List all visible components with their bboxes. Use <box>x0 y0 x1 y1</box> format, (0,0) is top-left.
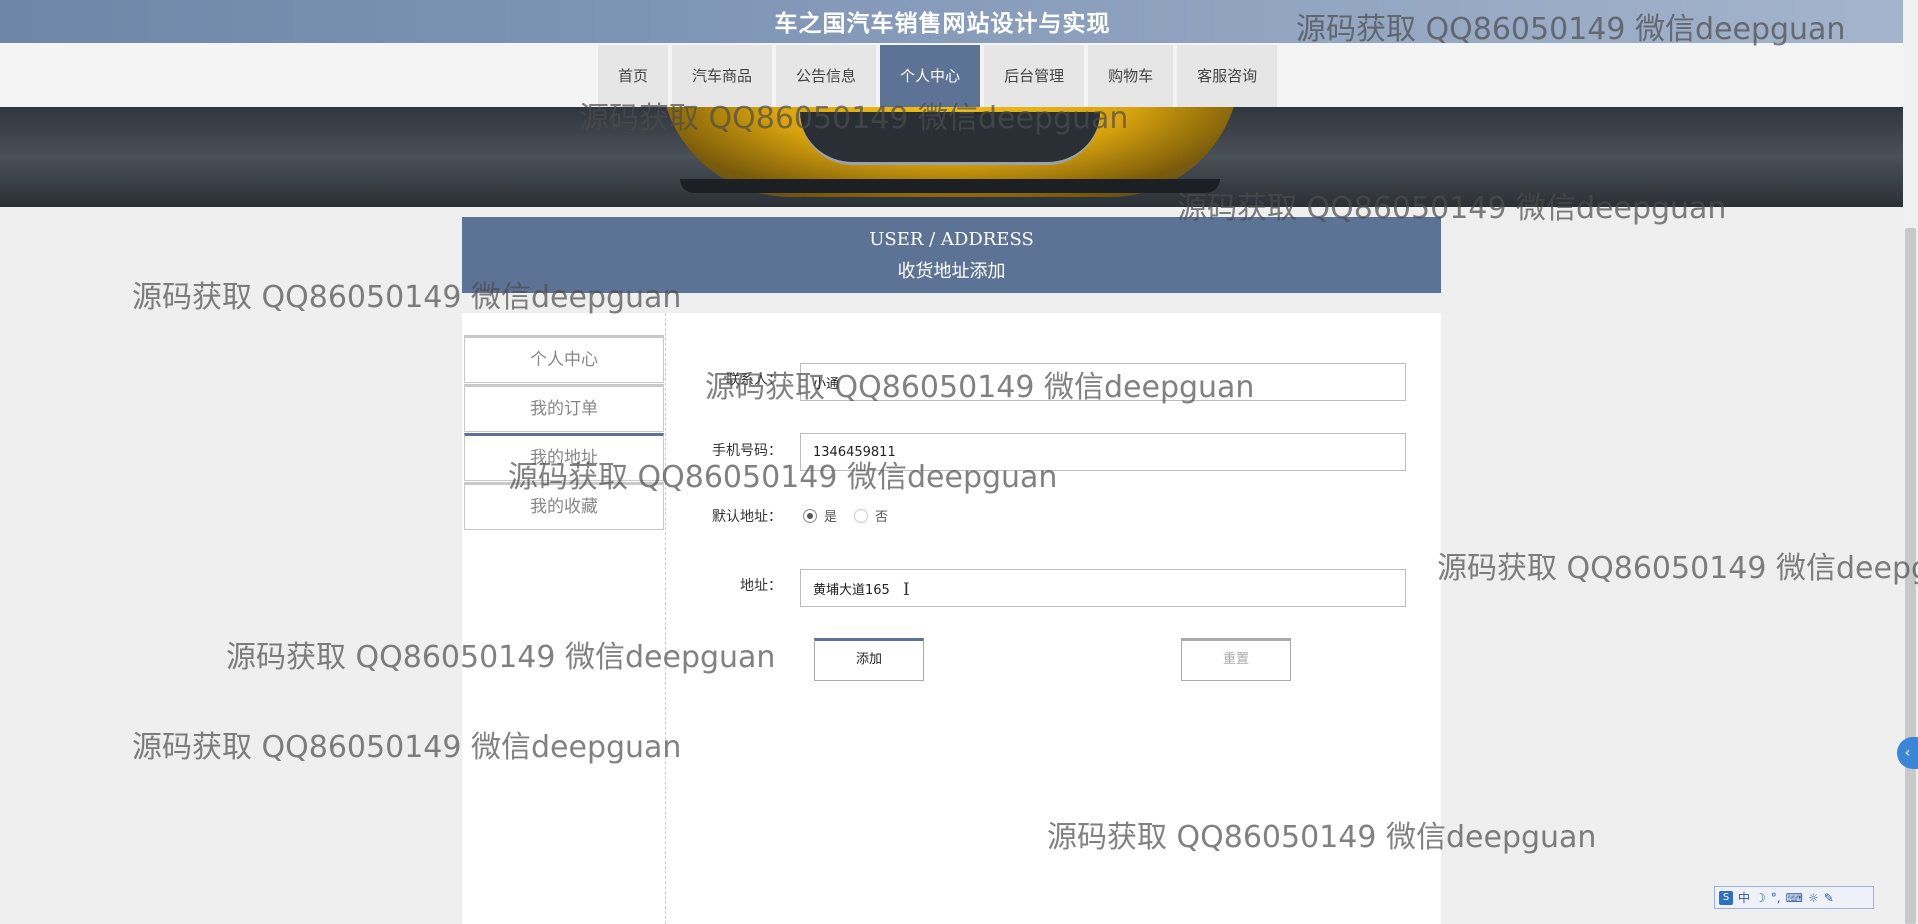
collapse-chevron-icon[interactable]: ‹ <box>1897 737 1918 769</box>
nav-item-user-center[interactable]: 个人中心 <box>880 45 981 107</box>
nav-item-support[interactable]: 客服咨询 <box>1177 45 1278 107</box>
ime-item[interactable]: 中 <box>1738 889 1750 906</box>
ime-item[interactable]: ☽ <box>1755 891 1766 905</box>
nav-item-notices[interactable]: 公告信息 <box>776 45 877 107</box>
default-no-radio[interactable]: 否 <box>854 506 888 525</box>
sidebar-item-user-center[interactable]: 个人中心 <box>464 335 664 383</box>
add-button[interactable]: 添加 <box>814 638 924 681</box>
default-yes-radio[interactable]: 是 <box>803 506 837 525</box>
sidebar-item-favorites[interactable]: 我的收藏 <box>464 482 664 530</box>
car-grille <box>800 112 1100 165</box>
scrollbar[interactable] <box>1903 0 1918 924</box>
radio-checked-icon <box>803 508 817 523</box>
ime-item[interactable]: °, <box>1771 891 1781 905</box>
content-panel: 个人中心 我的订单 我的地址 我的收藏 联系人： 手机号码： 默认地址： 是 否… <box>462 313 1441 924</box>
default-yes-label: 是 <box>824 510 838 525</box>
sidebar-item-orders[interactable]: 我的订单 <box>464 384 664 432</box>
car-bumper <box>680 179 1220 193</box>
contact-input[interactable] <box>800 363 1406 401</box>
contact-label: 联系人： <box>726 372 782 388</box>
ime-item[interactable]: ✎ <box>1824 891 1834 905</box>
default-no-label: 否 <box>875 510 889 525</box>
section-header: USER / ADDRESS 收货地址添加 <box>462 217 1441 293</box>
ime-toolbar[interactable]: S 中 ☽ °, ⌨ ☼ ✎ <box>1714 886 1874 909</box>
nav-item-cars[interactable]: 汽车商品 <box>672 45 773 107</box>
top-bar: 车之国汽车销售网站设计与实现 <box>0 0 1903 43</box>
section-title-en: USER / ADDRESS <box>869 229 1034 250</box>
sidebar-item-address[interactable]: 我的地址 <box>464 433 664 481</box>
site-title: 车之国汽车销售网站设计与实现 <box>774 11 1111 37</box>
phone-input[interactable] <box>800 433 1406 471</box>
section-title-cn: 收货地址添加 <box>897 261 1006 282</box>
phone-label: 手机号码： <box>712 443 782 459</box>
car-banner <box>0 107 1903 207</box>
address-label: 地址： <box>740 578 782 594</box>
ime-logo-icon: S <box>1719 890 1733 905</box>
watermark: 源码获取 QQ86050149 微信deepguan <box>1437 551 1918 586</box>
text-cursor-icon: I <box>903 580 910 600</box>
nav-item-admin[interactable]: 后台管理 <box>984 45 1085 107</box>
reset-button[interactable]: 重置 <box>1181 638 1291 681</box>
radio-unchecked-icon <box>854 508 868 523</box>
user-sidebar: 个人中心 我的订单 我的地址 我的收藏 <box>462 313 666 924</box>
scrollbar-thumb[interactable] <box>1905 228 1916 924</box>
nav-item-cart[interactable]: 购物车 <box>1088 45 1174 107</box>
nav-item-home[interactable]: 首页 <box>598 45 669 107</box>
default-address-label: 默认地址： <box>712 509 782 525</box>
ime-item[interactable]: ⌨ <box>1786 891 1803 905</box>
main-nav: 首页 汽车商品 公告信息 个人中心 后台管理 购物车 客服咨询 <box>598 45 1281 107</box>
address-input[interactable] <box>800 569 1406 607</box>
ime-item[interactable]: ☼ <box>1808 891 1819 905</box>
